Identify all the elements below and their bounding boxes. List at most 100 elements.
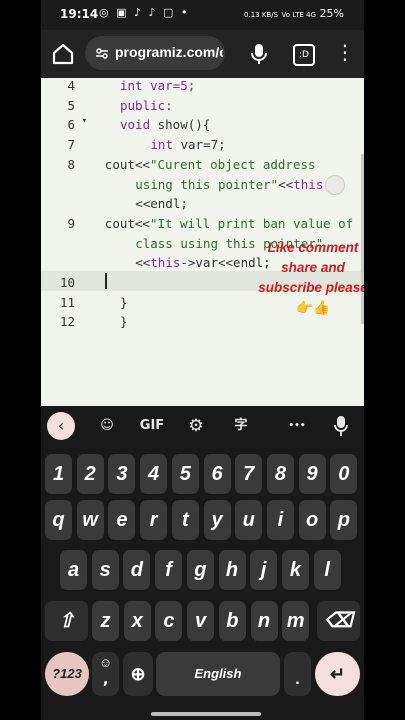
voice-input-icon[interactable] [334, 414, 348, 438]
comma-label: , [103, 672, 109, 688]
key-x[interactable]: x [123, 601, 151, 641]
tab-switcher-icon[interactable]: :D [293, 44, 315, 66]
key-h[interactable]: h [218, 550, 246, 590]
language-switch-key[interactable]: ⊕ [123, 652, 153, 696]
key-u[interactable]: u [235, 500, 263, 540]
code-token: << [135, 255, 151, 271]
key-n[interactable]: n [250, 601, 278, 641]
key-c[interactable]: c [155, 601, 183, 641]
key-k[interactable]: k [281, 550, 309, 590]
key-9[interactable]: 9 [298, 454, 326, 494]
code-line: <<endl; [135, 196, 188, 211]
promo-emoji: 👉👍 [296, 300, 330, 315]
code-token: } [120, 314, 128, 330]
line-number: 10 [59, 275, 75, 290]
code-line: void show(){ [120, 117, 210, 132]
space-bar[interactable]: English [156, 652, 280, 696]
key-g[interactable]: g [186, 550, 214, 590]
touch-indicator [325, 175, 345, 195]
gif-button[interactable]: GIF [137, 414, 167, 438]
key-s[interactable]: s [91, 550, 119, 590]
more-options-icon[interactable]: ••• [285, 414, 309, 438]
key-j[interactable]: j [250, 550, 278, 590]
promo-line-2: share and [281, 260, 345, 275]
key-8[interactable]: 8 [266, 454, 294, 494]
code-token: this [293, 176, 324, 192]
gesture-bar[interactable] [151, 712, 261, 716]
backspace-key[interactable]: ⌫ [317, 601, 360, 641]
settings-icon[interactable]: ⚙ [184, 414, 208, 438]
code-line: cout<<"It will print ban value of [105, 216, 353, 231]
line-number: 7 [67, 137, 75, 153]
period-key[interactable]: . [284, 652, 311, 696]
address-bar[interactable]: programiz.com/c [85, 36, 225, 70]
line-number: 5 [67, 97, 75, 113]
code-token: var=7; [172, 137, 226, 153]
key-b[interactable]: b [218, 601, 246, 641]
key-4[interactable]: 4 [140, 454, 168, 494]
code-token: } [120, 294, 128, 310]
key-3[interactable]: 3 [108, 454, 136, 494]
symbols-key[interactable]: ?123 [45, 652, 89, 696]
promo-line-3: subscribe please [258, 280, 364, 295]
code-token: this [150, 255, 181, 271]
key-m[interactable]: m [282, 601, 310, 641]
browser-menu-icon[interactable]: ⋮ [335, 42, 355, 62]
key-z[interactable]: z [92, 601, 119, 641]
code-line: cout<<"Curent object address [105, 157, 316, 172]
key-5[interactable]: 5 [171, 454, 199, 494]
text-caret [105, 273, 107, 289]
status-time: 19:14 [60, 7, 99, 21]
sticker-icon[interactable]: ☺ [95, 414, 119, 438]
key-f[interactable]: f [155, 550, 183, 590]
key-l[interactable]: l [313, 550, 341, 590]
code-token: void [120, 117, 151, 133]
translate-icon[interactable]: 字 [229, 414, 253, 438]
notification-icons: ◎ ▣ ♪ ♪ ▢ • [99, 6, 190, 19]
collapse-toolbar-button[interactable]: ‹ [47, 412, 75, 440]
site-info-icon[interactable] [95, 46, 109, 60]
code-token: <<endl; [135, 196, 188, 212]
key-7[interactable]: 7 [235, 454, 263, 494]
code-token: using this pointer" [135, 176, 279, 192]
code-token: int var=5; [120, 78, 196, 93]
battery-level: 25% [319, 7, 344, 20]
network-type: Vo LTE 4G [281, 11, 317, 19]
key-i[interactable]: i [266, 500, 294, 540]
key-p[interactable]: p [330, 500, 358, 540]
key-2[interactable]: 2 [76, 454, 104, 494]
key-v[interactable]: v [187, 601, 215, 641]
key-0[interactable]: 0 [330, 454, 358, 494]
code-line: int var=7; [150, 137, 225, 152]
promo-overlay: Like comment share and subscribe please … [253, 238, 364, 318]
browser-toolbar: programiz.com/c :D ⋮ [41, 30, 364, 78]
shift-key[interactable]: ⇧ [45, 601, 88, 641]
home-icon[interactable] [51, 42, 75, 66]
code-line: int var=5; [120, 78, 195, 93]
url-text: programiz.com/c [115, 44, 223, 60]
code-token: public: [120, 97, 173, 113]
key-q[interactable]: q [45, 500, 72, 540]
keyboard-toolbar: ‹ ☺ GIF ⚙ 字 ••• [41, 406, 364, 446]
key-t[interactable]: t [171, 500, 199, 540]
key-o[interactable]: o [298, 500, 326, 540]
code-line: <<this->var<<endl; [135, 255, 270, 270]
status-bar: 19:14 ◎ ▣ ♪ ♪ ▢ • 0.13 KB/S Vo LTE 4G 25… [41, 0, 364, 30]
fold-arrow-icon[interactable]: ▾ [77, 116, 87, 126]
microphone-icon[interactable] [249, 42, 269, 66]
key-w[interactable]: w [76, 500, 104, 540]
code-line: public: [120, 98, 173, 113]
key-e[interactable]: e [108, 500, 136, 540]
key-a[interactable]: a [60, 550, 87, 590]
line-number: 8 [67, 156, 75, 172]
key-r[interactable]: r [140, 500, 168, 540]
code-token: "Curent object address [149, 156, 316, 172]
key-y[interactable]: y [203, 500, 231, 540]
code-editor[interactable]: 4 int var=5; 5 public: 6 ▾ void show(){7 int va… [41, 78, 364, 406]
key-6[interactable]: 6 [203, 454, 231, 494]
key-1[interactable]: 1 [45, 454, 72, 494]
key-d[interactable]: d [123, 550, 151, 590]
enter-key[interactable]: ↵ [315, 652, 360, 696]
code-token: show(){ [150, 117, 211, 133]
phone-screen: 19:14 ◎ ▣ ♪ ♪ ▢ • 0.13 KB/S Vo LTE 4G 25… [41, 0, 364, 720]
